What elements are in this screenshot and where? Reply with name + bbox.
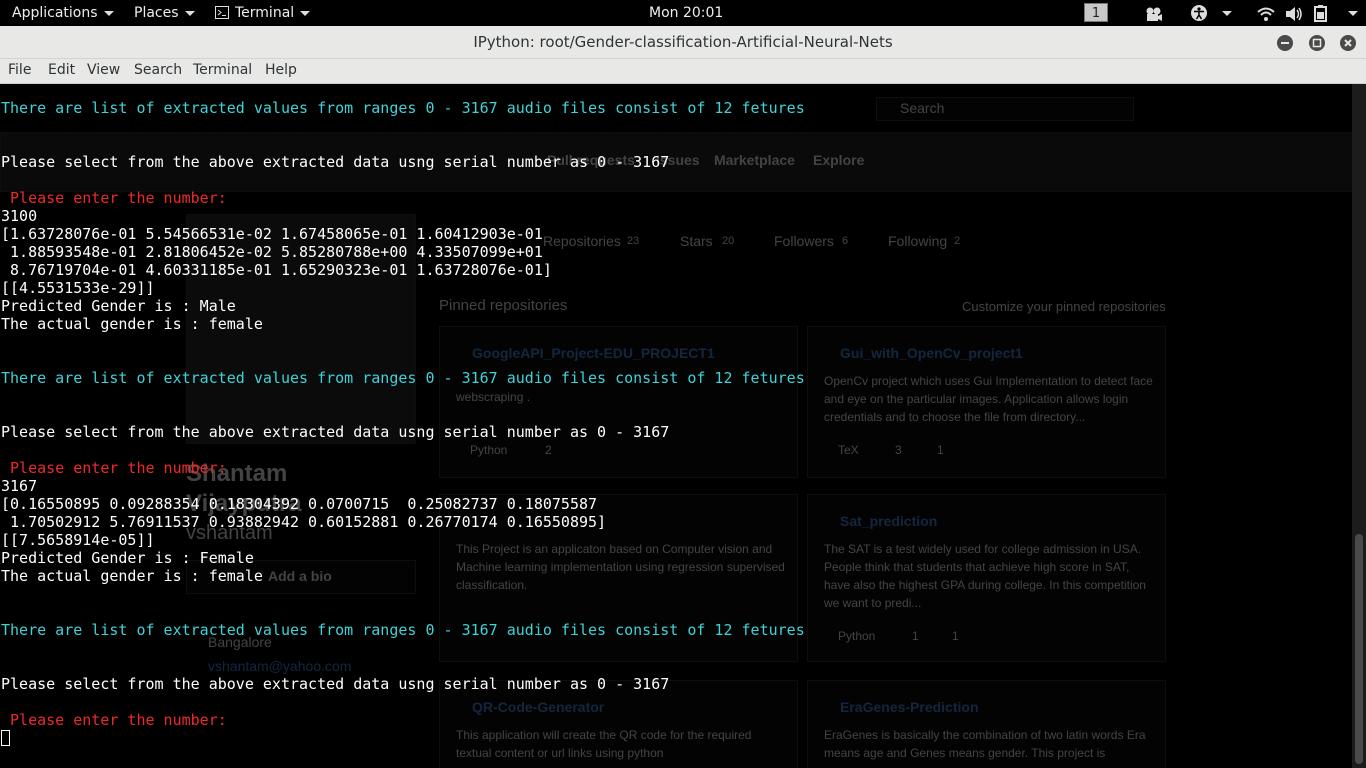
ghost-tab-following-count: 2 <box>954 235 961 247</box>
terminal-line: There are list of extracted values from … <box>1 99 805 117</box>
terminal-line: The actual gender is : female <box>1 567 263 585</box>
workspace-indicator[interactable]: 1 <box>1084 0 1108 26</box>
terminal-scrollbar[interactable] <box>1352 84 1366 768</box>
menu-edit[interactable]: Edit <box>48 62 75 78</box>
minimize-button[interactable] <box>1277 35 1293 51</box>
video-camera-icon[interactable] <box>1145 5 1163 21</box>
ghost-repo-name: Sat_prediction <box>840 513 938 529</box>
menu-view[interactable]: View <box>87 62 120 78</box>
terminal-line: [[7.5658914e-05]] <box>1 531 155 549</box>
terminal-line: 3167 <box>1 477 38 495</box>
scrollbar-thumb[interactable] <box>1355 534 1363 764</box>
close-button[interactable] <box>1340 35 1356 51</box>
chevron-down-icon <box>103 10 114 16</box>
places-label: Places <box>134 5 179 21</box>
ghost-repo-desc: OpenCv project which uses Gui Implementa… <box>824 374 1153 424</box>
accessibility-icon[interactable] <box>1190 4 1208 22</box>
window-title: IPython: root/Gender-classification-Arti… <box>473 33 893 51</box>
ghost-repo-lang: TeX <box>838 443 859 457</box>
terminal-line: 8.76719704e-01 4.60331185e-01 1.65290323… <box>1 261 552 279</box>
clock-label: Mon 20:01 <box>649 5 724 21</box>
terminal-app-menu[interactable]: Terminal <box>215 0 311 26</box>
terminal-app-label: Terminal <box>235 5 295 21</box>
terminal-cursor <box>1 730 10 746</box>
terminal-line: Please enter the number: <box>1 189 227 207</box>
window-titlebar[interactable]: IPython: root/Gender-classification-Arti… <box>0 26 1366 59</box>
chevron-down-icon <box>1348 10 1358 16</box>
terminal-line: 3100 <box>1 207 38 225</box>
ghost-repo-stars: 3 <box>895 443 902 457</box>
chevron-down-icon <box>300 10 311 16</box>
terminal-line: Please enter the number: <box>1 459 227 477</box>
wifi-icon[interactable] <box>1257 5 1275 21</box>
accessibility-menu-arrow[interactable] <box>1216 0 1232 26</box>
maximize-button[interactable] <box>1309 35 1325 51</box>
terminal-output: There are list of extracted values from … <box>1 99 805 747</box>
chevron-down-icon <box>184 10 195 16</box>
ghost-tab-followers-count: 6 <box>842 235 849 247</box>
ghost-repo-forks: 1 <box>952 629 959 643</box>
terminal-area[interactable]: Search Pull requests Issues Marketplace … <box>0 84 1352 768</box>
ghost-repo-lang: Python <box>838 629 876 643</box>
terminal-line: Please select from the above extracted d… <box>1 153 670 171</box>
ghost-repo-stars: 1 <box>912 629 919 643</box>
terminal-line: [1.63728076e-01 5.54566531e-02 1.6745806… <box>1 225 543 243</box>
places-menu[interactable]: Places <box>134 0 195 26</box>
terminal-line: 1.70502912 5.76911537 0.93882942 0.60152… <box>1 513 607 531</box>
chevron-down-icon <box>1222 10 1232 16</box>
minimize-icon <box>1281 42 1289 44</box>
maximize-icon <box>1312 38 1322 48</box>
menu-terminal[interactable]: Terminal <box>193 62 252 78</box>
menu-bar: File Edit View Search Terminal Help <box>0 59 1366 84</box>
terminal-line: Please select from the above extracted d… <box>1 675 670 693</box>
ghost-search-placeholder: Search <box>900 100 945 116</box>
ghost-repo-name: Gui_with_OpenCv_project1 <box>840 345 1023 361</box>
terminal-icon <box>215 5 229 19</box>
ghost-repo-desc: EraGenes is basically the combination of… <box>824 728 1146 760</box>
top-panel: Applications Places Terminal Mon 20:01 1 <box>0 0 1366 26</box>
close-icon <box>1344 39 1352 47</box>
terminal-line: Please enter the number: <box>1 711 227 729</box>
clock[interactable]: Mon 20:01 <box>649 0 723 26</box>
terminal-line: [0.16550895 0.09288354 0.18304392 0.0700… <box>1 495 598 513</box>
menu-help[interactable]: Help <box>265 62 297 78</box>
applications-menu[interactable]: Applications <box>12 0 114 26</box>
menu-search[interactable]: Search <box>134 62 182 78</box>
terminal-cursor-line[interactable] <box>1 729 805 747</box>
ghost-nav-explore: Explore <box>813 152 865 168</box>
ghost-customize: Customize your pinned repositories <box>962 299 1166 314</box>
system-menu-arrow[interactable] <box>1342 0 1358 26</box>
terminal-line: There are list of extracted values from … <box>1 621 805 639</box>
terminal-line: The actual gender is : female <box>1 315 263 333</box>
terminal-line: 1.88593548e-01 2.81806452e-02 5.85280788… <box>1 243 543 261</box>
terminal-line: Predicted Gender is : Male <box>1 297 236 315</box>
terminal-line: [[4.5531533e-29]] <box>1 279 155 297</box>
volume-icon[interactable] <box>1285 5 1303 21</box>
menu-file[interactable]: File <box>8 62 31 78</box>
applications-label: Applications <box>12 5 98 21</box>
terminal-line: There are list of extracted values from … <box>1 369 805 387</box>
ghost-repo-desc: The SAT is a test widely used for colleg… <box>824 542 1146 610</box>
ghost-repo-forks: 1 <box>937 443 944 457</box>
battery-icon[interactable] <box>1313 4 1331 22</box>
ghost-tab-following: Following <box>888 233 948 249</box>
ghost-repo-name: EraGenes-Prediction <box>840 699 979 715</box>
terminal-line: Please select from the above extracted d… <box>1 423 670 441</box>
terminal-line: Predicted Gender is : Female <box>1 549 254 567</box>
workspace-number: 1 <box>1084 3 1108 22</box>
